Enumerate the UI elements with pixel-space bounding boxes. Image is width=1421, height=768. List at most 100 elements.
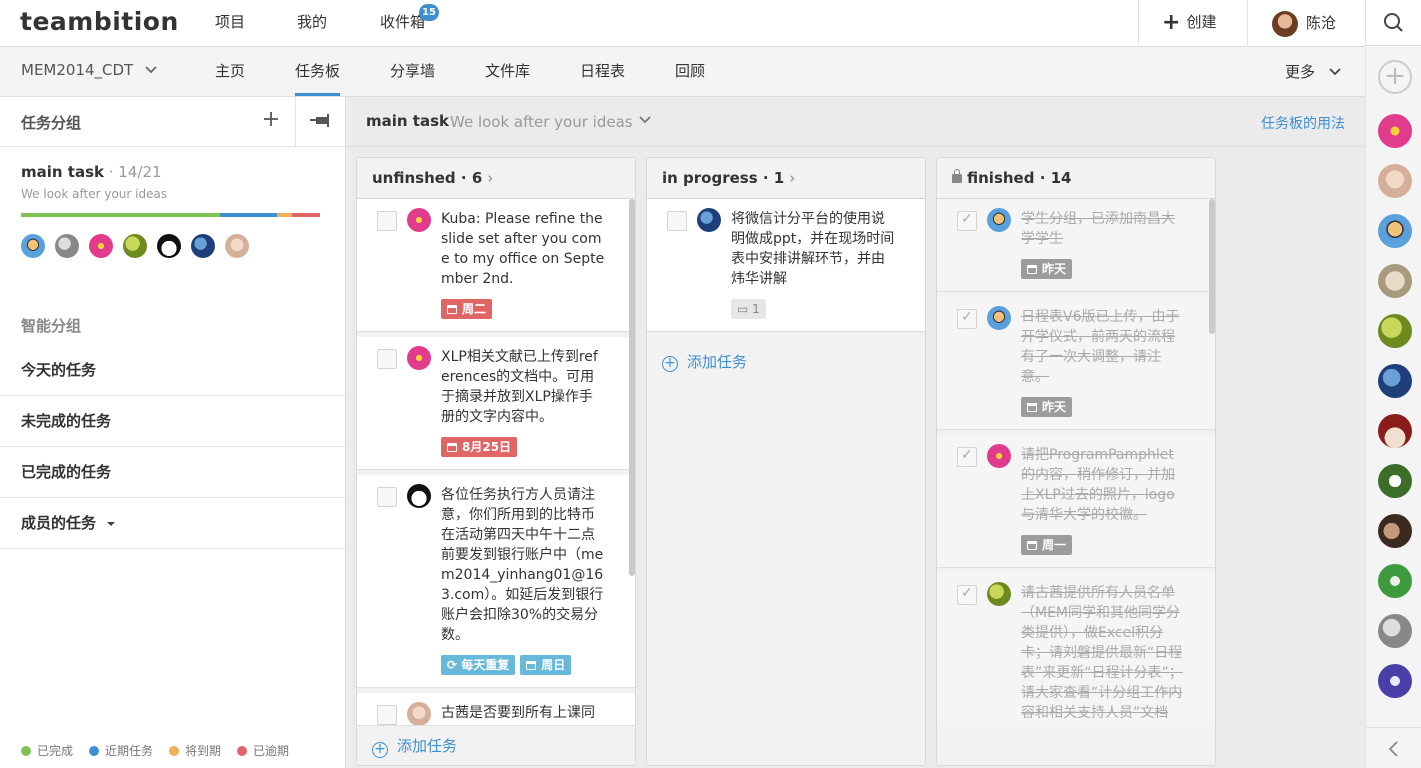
avatar[interactable]: [1378, 664, 1412, 698]
more-menu[interactable]: 更多: [1285, 61, 1342, 82]
tab-home[interactable]: 主页: [215, 47, 245, 96]
chevron-down-icon: [639, 116, 651, 124]
top-bar: teambition 项目 我的 收件箱 15 + 创建 陈沧: [0, 0, 1365, 47]
divider: [1138, 0, 1139, 46]
board-help-link[interactable]: 任务板的用法: [1261, 113, 1345, 133]
due-date-badge: 8月25日: [441, 437, 518, 457]
chevron-down-icon: [1329, 68, 1341, 76]
smart-item-unfinished[interactable]: 未完成的任务: [0, 396, 345, 447]
column-unfinished: unfinshed · 6 › Kuba: Please refine the s…: [356, 157, 636, 766]
task-checkbox[interactable]: [667, 211, 687, 231]
task-card[interactable]: 将微信计分平台的使用说明做成ppt，并在现场时间表中安排讲解环节，并由炜华讲解 …: [647, 199, 925, 332]
task-card[interactable]: 学生分组，已添加南昌大学学生 昨天: [937, 199, 1215, 292]
column-header[interactable]: in progress · 1 ›: [647, 158, 925, 199]
project-switcher[interactable]: MEM2014_CDT: [21, 61, 158, 79]
task-checkbox[interactable]: [377, 487, 397, 507]
avatar[interactable]: [1378, 164, 1412, 198]
task-group-title: 任务分组: [21, 114, 82, 132]
avatar[interactable]: [1378, 214, 1412, 248]
task-card[interactable]: 古茜是否要到所有上课同: [357, 693, 635, 726]
task-checkbox[interactable]: [377, 211, 397, 231]
app-logo[interactable]: teambition: [20, 7, 179, 36]
create-button[interactable]: + 创建: [1162, 0, 1216, 46]
avatar[interactable]: [1378, 314, 1412, 348]
column-body: 将微信计分平台的使用说明做成ppt，并在现场时间表中安排讲解环节，并由炜华讲解 …: [647, 199, 925, 726]
column-body: 学生分组，已添加南昌大学学生 昨天 日程表V6版已上传，由于开学仪式，前两天的流…: [937, 199, 1215, 726]
avatar[interactable]: [1378, 514, 1412, 548]
task-group-main[interactable]: main task · 14/21 We look after your ide…: [0, 147, 345, 297]
column-header[interactable]: unfinshed · 6 ›: [357, 158, 635, 199]
calendar-icon: [1027, 265, 1037, 274]
task-card[interactable]: 请古茜提供所有人员名单（MEM同学和其他同学分类提供），做Excel积分卡；请刘…: [937, 573, 1215, 726]
progress-due-soon: [277, 213, 292, 217]
create-label: 创建: [1186, 13, 1217, 31]
task-checkbox[interactable]: [377, 705, 397, 725]
avatar[interactable]: [1378, 614, 1412, 648]
progress-upcoming: [220, 213, 278, 217]
avatar: [987, 582, 1011, 606]
add-task-button[interactable]: + 添加任务: [647, 337, 925, 386]
column-scrollbar[interactable]: [629, 199, 635, 576]
smart-item-finished[interactable]: 已完成的任务: [0, 447, 345, 498]
avatar[interactable]: [1378, 264, 1412, 298]
task-text: 将微信计分平台的使用说明做成ppt，并在现场时间表中安排讲解环节，并由炜华讲解: [731, 211, 895, 287]
avatar[interactable]: [1378, 114, 1412, 148]
column-finished: finished · 14 学生分组，已添加南昌大学学生 昨天 日程表V6版已上…: [936, 157, 1216, 766]
avatar[interactable]: [1378, 414, 1412, 448]
task-card[interactable]: Kuba: Please refine the slide set after …: [357, 199, 635, 332]
tab-calendar[interactable]: 日程表: [580, 47, 625, 96]
nav-mine[interactable]: 我的: [297, 0, 327, 46]
chevron-right-icon: ›: [789, 169, 796, 187]
calendar-icon: [447, 443, 457, 452]
tab-files[interactable]: 文件库: [485, 47, 530, 96]
chevron-right-icon: ›: [487, 169, 494, 187]
add-member-button[interactable]: +: [1378, 60, 1412, 94]
task-checkbox[interactable]: [957, 211, 977, 231]
avatar[interactable]: [1378, 364, 1412, 398]
task-card[interactable]: 请把ProgramPamphlet的内容，稍作修订，并加上XLP过去的照片，lo…: [937, 435, 1215, 568]
tab-sharewall[interactable]: 分享墙: [390, 47, 435, 96]
column-header[interactable]: finished · 14: [937, 158, 1215, 199]
nav-inbox[interactable]: 收件箱 15: [380, 0, 440, 46]
avatar[interactable]: [123, 234, 147, 258]
divider: [1247, 0, 1248, 46]
plus-circle-icon: +: [372, 742, 388, 758]
legend-done: 已完成: [21, 742, 73, 759]
task-card[interactable]: XLP相关文献已上传到references的文档中。可用于摘录并放到XLP操作手…: [357, 337, 635, 470]
pin-button[interactable]: [295, 97, 346, 147]
add-group-button[interactable]: [262, 109, 280, 134]
collapse-rail-button[interactable]: [1366, 727, 1421, 768]
legend-upcoming: 近期任务: [89, 742, 153, 759]
avatar[interactable]: [225, 234, 249, 258]
avatar[interactable]: [55, 234, 79, 258]
tab-review[interactable]: 回顾: [675, 47, 705, 96]
plus-icon: +: [1162, 10, 1181, 35]
task-checkbox[interactable]: [957, 585, 977, 605]
avatar[interactable]: [1378, 564, 1412, 598]
board-menu-button[interactable]: [638, 113, 652, 129]
avatar[interactable]: [89, 234, 113, 258]
nav-projects[interactable]: 项目: [215, 0, 245, 46]
search-button[interactable]: [1365, 0, 1421, 46]
search-icon: [1384, 13, 1403, 32]
avatar[interactable]: [1378, 464, 1412, 498]
task-checkbox[interactable]: [957, 309, 977, 329]
smart-item-today[interactable]: 今天的任务: [0, 345, 345, 396]
task-text: 学生分组，已添加南昌大学学生: [1021, 211, 1175, 247]
group-name-label: main task: [21, 163, 104, 181]
task-card[interactable]: 各位任务执行方人员请注意，你们所用到的比特币在活动第四天中午十二点前要发到银行账…: [357, 475, 635, 688]
avatar[interactable]: [157, 234, 181, 258]
avatar[interactable]: [191, 234, 215, 258]
column-scrollbar[interactable]: [1209, 199, 1215, 334]
smart-item-members[interactable]: 成员的任务: [0, 498, 345, 549]
avatar[interactable]: [21, 234, 45, 258]
task-checkbox[interactable]: [377, 349, 397, 369]
column-name: finished: [967, 169, 1035, 187]
add-task-button[interactable]: + 添加任务: [357, 725, 635, 765]
user-menu[interactable]: 陈沧: [1272, 9, 1336, 37]
avatar: [407, 484, 431, 508]
task-checkbox[interactable]: [957, 447, 977, 467]
task-card[interactable]: 日程表V6版已上传，由于开学仪式，前两天的流程有了一次大调整，请注意。 昨天: [937, 297, 1215, 430]
board-title: main task: [366, 112, 449, 130]
tab-taskboard[interactable]: 任务板: [295, 47, 341, 96]
